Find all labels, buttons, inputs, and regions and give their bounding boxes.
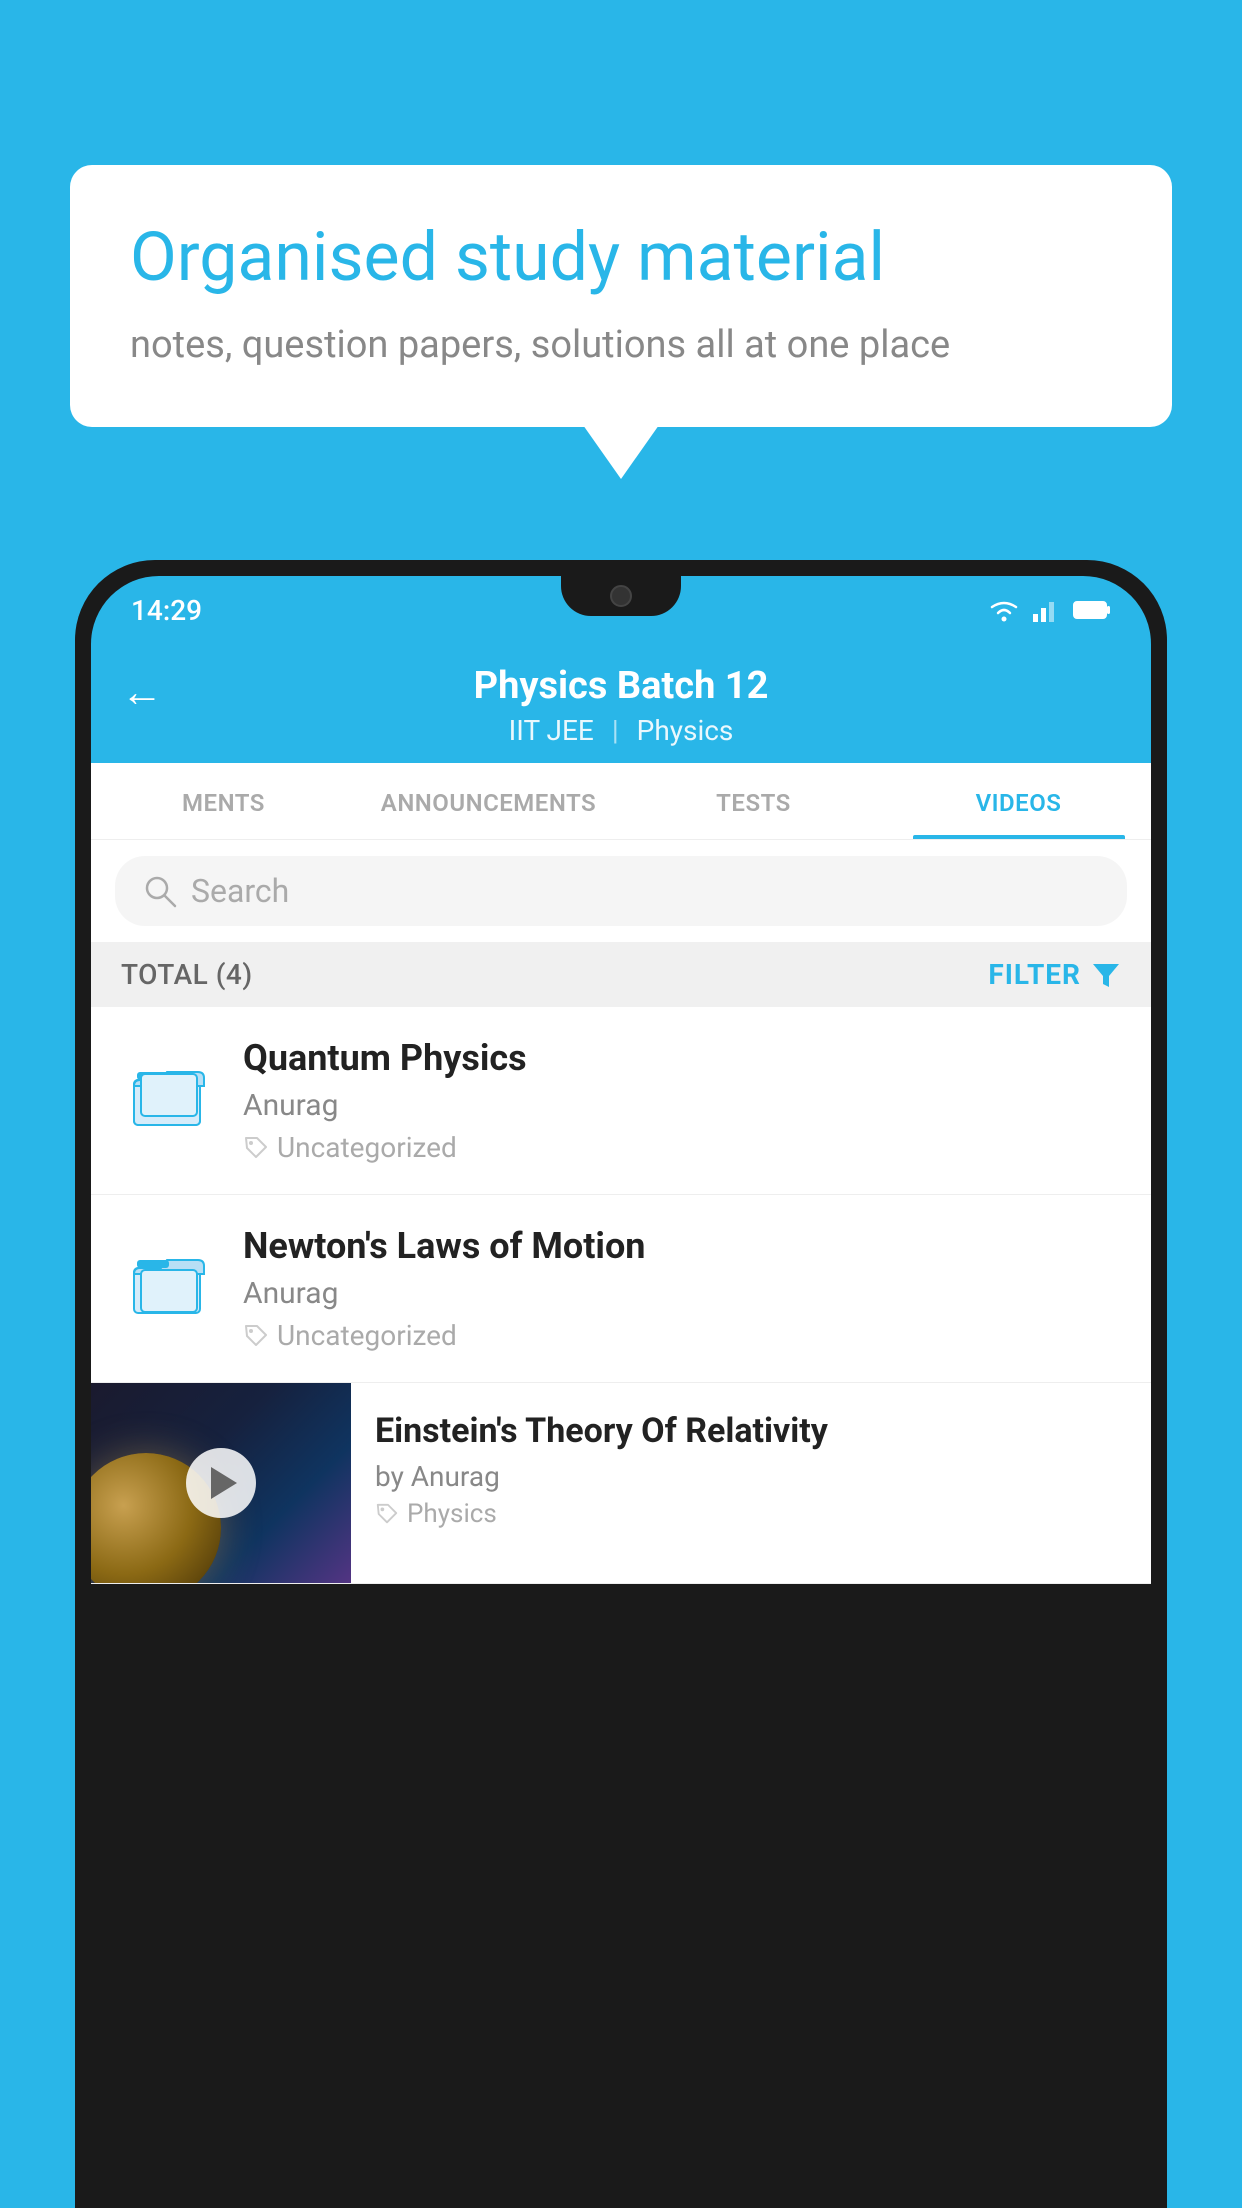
list-item[interactable]: Newton's Laws of Motion Anurag Uncategor… — [91, 1195, 1151, 1383]
search-placeholder: Search — [191, 872, 289, 910]
breadcrumb-iit: IIT JEE — [509, 714, 594, 747]
search-box[interactable]: Search — [115, 856, 1127, 926]
item-thumbnail — [119, 1225, 219, 1335]
breadcrumb-physics: Physics — [637, 714, 734, 747]
item-info: Quantum Physics Anurag Uncategorized — [243, 1037, 1123, 1164]
back-button[interactable]: ← — [121, 668, 163, 717]
signal-icon — [1033, 598, 1061, 622]
video-author: Anurag — [243, 1276, 1123, 1311]
app-header: ← Physics Batch 12 IIT JEE | Physics — [91, 644, 1151, 763]
status-icons — [987, 597, 1111, 623]
phone-inner: 14:29 — [91, 576, 1151, 2208]
item-info: Einstein's Theory Of Relativity by Anura… — [351, 1383, 1151, 1549]
folder-icon — [129, 1052, 209, 1132]
filter-icon — [1091, 960, 1121, 990]
list-item[interactable]: Quantum Physics Anurag Uncategorized — [91, 1007, 1151, 1195]
tab-ments[interactable]: MENTS — [91, 763, 356, 839]
item-thumbnail — [119, 1037, 219, 1147]
content-area: Quantum Physics Anurag Uncategorized — [91, 1007, 1151, 1584]
video-title: Quantum Physics — [243, 1037, 1123, 1080]
play-button[interactable] — [186, 1448, 256, 1518]
video-title: Einstein's Theory Of Relativity — [375, 1411, 1131, 1452]
tag-icon — [243, 1323, 269, 1349]
speech-bubble-subtitle: notes, question papers, solutions all at… — [130, 323, 1112, 367]
video-author: by Anurag — [375, 1460, 1131, 1493]
video-tag: Uncategorized — [243, 1131, 1123, 1164]
speech-bubble-card: Organised study material notes, question… — [70, 165, 1172, 427]
play-triangle-icon — [211, 1467, 237, 1499]
video-thumbnail-image — [91, 1383, 351, 1583]
tab-tests[interactable]: TESTS — [621, 763, 886, 839]
total-count: TOTAL (4) — [121, 958, 253, 991]
list-item[interactable]: Einstein's Theory Of Relativity by Anura… — [91, 1383, 1151, 1584]
notch — [561, 576, 681, 616]
header-title: Physics Batch 12 — [474, 664, 769, 708]
wifi-icon — [987, 597, 1021, 623]
header-breadcrumb: IIT JEE | Physics — [509, 714, 734, 747]
status-bar: 14:29 — [91, 576, 1151, 644]
tag-icon — [375, 1502, 399, 1526]
filter-bar: TOTAL (4) FILTER — [91, 942, 1151, 1007]
tabs-bar: MENTS ANNOUNCEMENTS TESTS VIDEOS — [91, 763, 1151, 840]
filter-button[interactable]: FILTER — [988, 958, 1121, 991]
battery-icon — [1073, 600, 1111, 620]
search-container: Search — [91, 840, 1151, 942]
tab-videos[interactable]: VIDEOS — [886, 763, 1151, 839]
video-author: Anurag — [243, 1088, 1123, 1123]
video-tag: Physics — [375, 1499, 1131, 1529]
tag-icon — [243, 1135, 269, 1161]
video-tag: Uncategorized — [243, 1319, 1123, 1352]
item-info: Newton's Laws of Motion Anurag Uncategor… — [243, 1225, 1123, 1352]
folder-icon — [129, 1240, 209, 1320]
speech-bubble-title: Organised study material — [130, 220, 1112, 295]
status-time: 14:29 — [131, 594, 202, 627]
phone-frame: 14:29 — [75, 560, 1167, 2208]
search-icon — [143, 874, 177, 908]
camera-icon — [610, 585, 632, 607]
tab-announcements[interactable]: ANNOUNCEMENTS — [356, 763, 621, 839]
video-title: Newton's Laws of Motion — [243, 1225, 1123, 1268]
breadcrumb-separator: | — [612, 714, 619, 747]
